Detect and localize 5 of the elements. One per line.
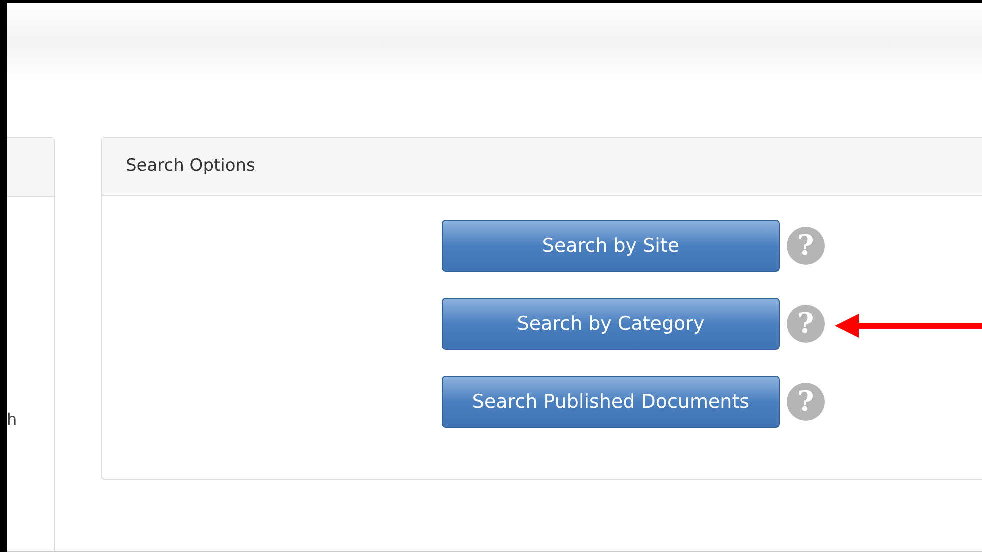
search-button[interactable]: Search Published Documents (442, 376, 780, 428)
search-button[interactable]: Search by Category (442, 298, 780, 350)
left-panel-text: h (7, 410, 18, 429)
panel-title: Search Options (126, 154, 256, 178)
search-button[interactable]: Search by Site (442, 220, 780, 272)
